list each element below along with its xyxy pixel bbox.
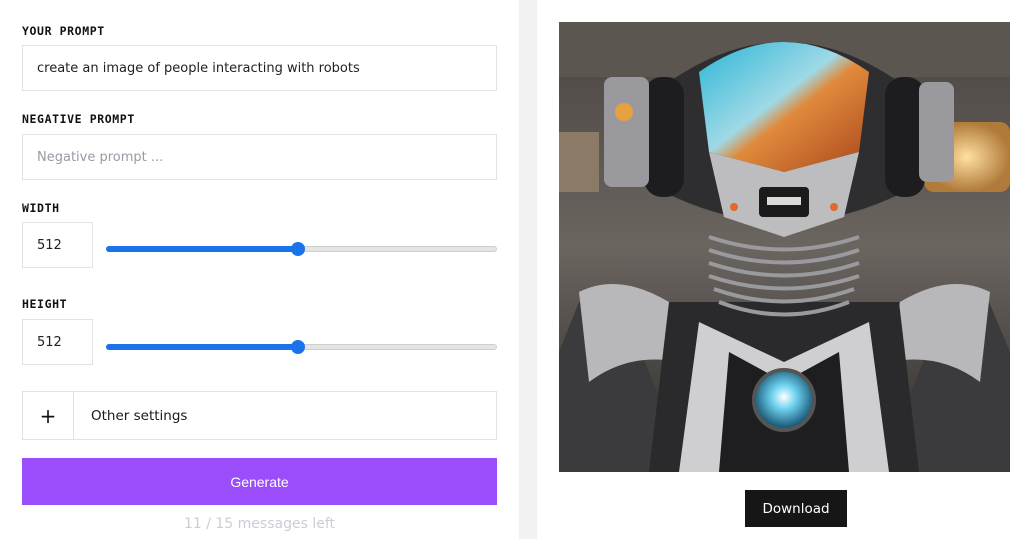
- prompt-label: YOUR PROMPT: [22, 24, 105, 38]
- width-slider-fill: [106, 246, 298, 252]
- generator-form: YOUR PROMPT create an image of people in…: [0, 0, 519, 539]
- negative-prompt-placeholder: Negative prompt ...: [37, 149, 164, 165]
- other-settings-label: Other settings: [91, 407, 188, 424]
- download-button[interactable]: Download: [745, 490, 847, 527]
- height-input[interactable]: 512: [22, 319, 93, 365]
- height-label: HEIGHT: [22, 297, 68, 311]
- width-input-value: 512: [37, 237, 62, 253]
- generate-button[interactable]: Generate: [22, 458, 497, 505]
- robot-image-illustration: [559, 22, 1010, 472]
- generated-image: [559, 22, 1010, 472]
- result-panel: Download: [537, 0, 1024, 539]
- height-slider-fill: [106, 344, 298, 350]
- negative-prompt-input[interactable]: Negative prompt ...: [22, 134, 497, 180]
- negative-prompt-label: NEGATIVE PROMPT: [22, 112, 135, 126]
- width-input[interactable]: 512: [22, 222, 93, 268]
- prompt-input[interactable]: create an image of people interacting wi…: [22, 45, 497, 91]
- width-label: WIDTH: [22, 201, 60, 215]
- plus-icon[interactable]: +: [23, 392, 74, 439]
- messages-left-counter: 11 / 15 messages left: [183, 516, 336, 532]
- height-input-value: 512: [37, 334, 62, 350]
- width-slider[interactable]: [106, 241, 497, 257]
- height-slider-thumb[interactable]: [290, 340, 305, 354]
- panel-divider: [519, 0, 537, 539]
- height-slider[interactable]: [106, 339, 497, 355]
- other-settings-toggle[interactable]: + Other settings: [22, 391, 497, 440]
- width-slider-thumb[interactable]: [290, 242, 305, 256]
- prompt-input-value: create an image of people interacting wi…: [37, 60, 360, 76]
